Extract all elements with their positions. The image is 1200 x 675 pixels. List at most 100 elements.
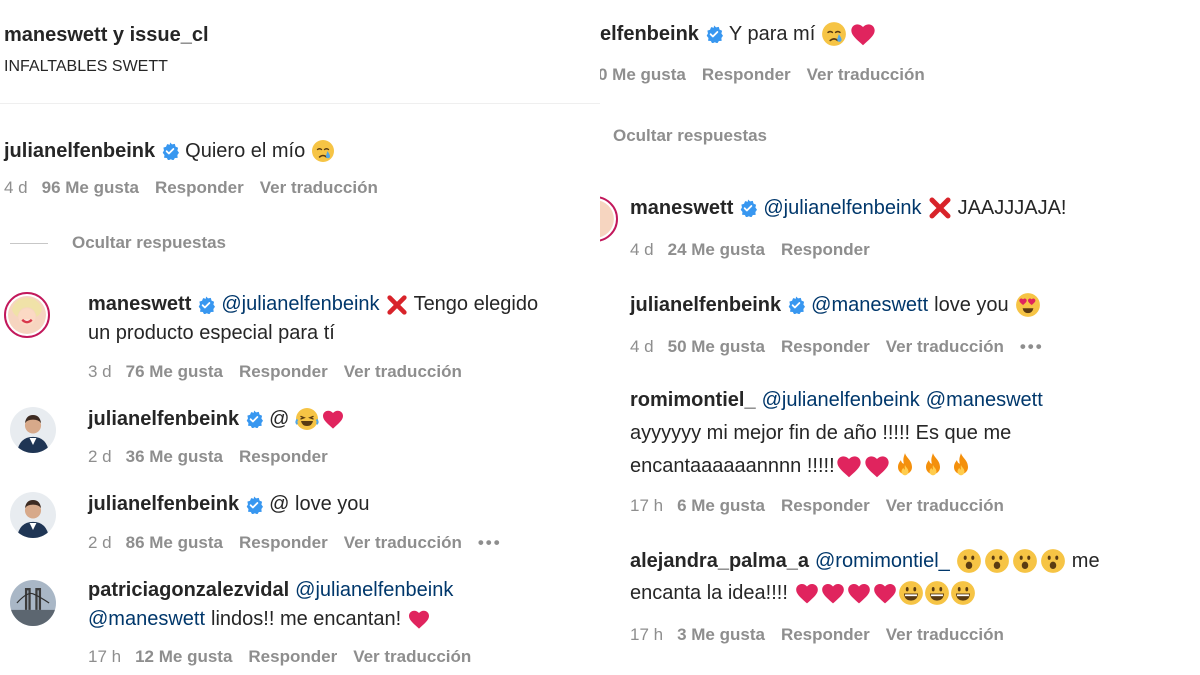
mention-link[interactable]: @julianelfenbeink [295,579,453,602]
reply-meta: 2 d 86 Me gusta Responder Ver traducción ••• [88,533,518,553]
heart-icon [321,407,345,431]
avatar-image [10,492,56,538]
surprised-face-icon [956,548,982,574]
avatar[interactable] [10,580,56,626]
reply-button[interactable]: Responder [702,65,791,84]
translate-button[interactable]: Ver traducción [260,178,378,197]
mention-link[interactable]: @maneswett [811,294,928,317]
avatar-image [10,580,56,626]
heart-icon [794,580,820,606]
reply-button[interactable]: Responder [239,362,328,381]
reply-username[interactable]: maneswett [630,197,733,220]
mention-link[interactable]: @maneswett [88,608,205,631]
top-comment: elfenbeink Y para mí [600,20,877,48]
likes-count[interactable]: 6 Me gusta [677,496,765,515]
reply-button[interactable]: Responder [781,337,870,356]
hide-replies-button[interactable]: Ocultar respuestas [72,233,226,253]
reply-username[interactable]: patriciagonzalezvidal [88,579,289,602]
reply-meta: 17 h 6 Me gusta Responder Ver traducción [630,496,1020,516]
likes-count[interactable]: 0 Me gusta [600,65,686,84]
likes-count[interactable]: 86 Me gusta [126,533,223,552]
avatar[interactable] [10,407,56,453]
translate-button[interactable]: Ver traducción [886,337,1004,356]
reply-button[interactable]: Responder [781,496,870,515]
post-caption: INFALTABLES SWETT [4,58,168,75]
reply-time[interactable]: 17 h [630,625,663,644]
translate-button[interactable]: Ver traducción [886,625,1004,644]
translate-button[interactable]: Ver traducción [344,362,462,381]
reply-button[interactable]: Responder [239,533,328,552]
grinning-face-icon [898,580,924,606]
comment-time[interactable]: 4 d [4,178,28,197]
translate-button[interactable]: Ver traducción [344,533,462,552]
avatar[interactable] [10,492,56,538]
likes-count[interactable]: 50 Me gusta [668,337,765,356]
mention-link[interactable]: @julianelfenbeink [763,197,921,220]
reply-alejandra: alejandra_palma_a @romimontiel_ me [630,548,1100,574]
comment-username[interactable]: elfenbeink [600,23,699,46]
reply-username[interactable]: romimontiel_ [630,389,756,412]
surprised-face-icon [984,548,1010,574]
hide-replies-button[interactable]: Ocultar respuestas [613,126,767,146]
reply-username[interactable]: julianelfenbeink [88,408,239,431]
likes-count[interactable]: 3 Me gusta [677,625,765,644]
comment-text: Y para mí [728,22,816,45]
likes-count[interactable]: 76 Me gusta [126,362,223,381]
reply-button[interactable]: Responder [781,625,870,644]
verified-badge-icon [705,25,723,43]
likes-count[interactable]: 36 Me gusta [126,447,223,466]
mention-link[interactable]: @romimontiel_ [815,550,950,573]
more-options-icon[interactable]: ••• [478,533,502,552]
mention-link[interactable]: @julianelfenbeink [762,389,920,412]
reply-text: @ [269,407,290,430]
reply-button[interactable]: Responder [248,647,337,666]
more-options-icon[interactable]: ••• [1020,337,1044,356]
mention-link[interactable]: @maneswett [926,389,1043,412]
reply-username[interactable]: julianelfenbeink [630,294,781,317]
fire-icon [947,452,975,480]
reply-patricia-line2: @maneswett lindos!! me encantan! [88,607,431,631]
mention-link[interactable]: @julianelfenbeink [221,293,379,316]
reply-text: encanta la idea!!!! [630,581,788,604]
grinning-face-icon [950,580,976,606]
heart-icon [846,580,872,606]
reply-time[interactable]: 4 d [630,337,654,356]
reply-time[interactable]: 2 d [88,447,112,466]
reply-button[interactable]: Responder [239,447,328,466]
translate-button[interactable]: Ver traducción [353,647,471,666]
fire-icon [919,452,947,480]
heart-icon [820,580,846,606]
verified-badge-icon [197,296,215,314]
reply-patricia: patriciagonzalezvidal @julianelfenbeink [88,579,453,602]
reply-username[interactable]: maneswett [88,293,191,316]
comment-main-meta: 4 d 96 Me gusta Responder Ver traducción [4,178,394,198]
reply-button[interactable]: Responder [155,178,244,197]
reply-time[interactable]: 17 h [88,647,121,666]
reply-meta: 17 h 12 Me gusta Responder Ver traducción [88,647,487,667]
reply-time[interactable]: 4 d [630,240,654,259]
hide-replies-line [10,243,48,244]
reply-meta: 4 d 24 Me gusta Responder [630,240,886,260]
likes-count[interactable]: 24 Me gusta [668,240,765,259]
translate-button[interactable]: Ver traducción [886,496,1004,515]
reply-time[interactable]: 3 d [88,362,112,381]
avatar-image [8,296,46,334]
reply-text-line2: encantaaaaaannnn !!!!! [630,452,975,480]
post-authors[interactable]: maneswett y issue_cl [4,24,209,47]
reply-julian: julianelfenbeink @maneswett love you [630,292,1041,318]
avatar[interactable] [4,292,50,338]
reply-text-line2: encanta la idea!!!! [630,580,976,606]
avatar[interactable] [600,196,618,242]
likes-count[interactable]: 96 Me gusta [42,178,139,197]
reply-username[interactable]: julianelfenbeink [88,493,239,516]
top-comment-meta: 0 Me gusta Responder Ver traducción [600,65,941,85]
likes-count[interactable]: 12 Me gusta [135,647,232,666]
comment-username[interactable]: julianelfenbeink [4,140,155,163]
reply-time[interactable]: 2 d [88,533,112,552]
grinning-face-icon [924,580,950,606]
reply-button[interactable]: Responder [781,240,870,259]
reply-username[interactable]: alejandra_palma_a [630,550,809,573]
translate-button[interactable]: Ver traducción [807,65,925,84]
reply-time[interactable]: 17 h [630,496,663,515]
cross-mark-icon [386,294,408,316]
